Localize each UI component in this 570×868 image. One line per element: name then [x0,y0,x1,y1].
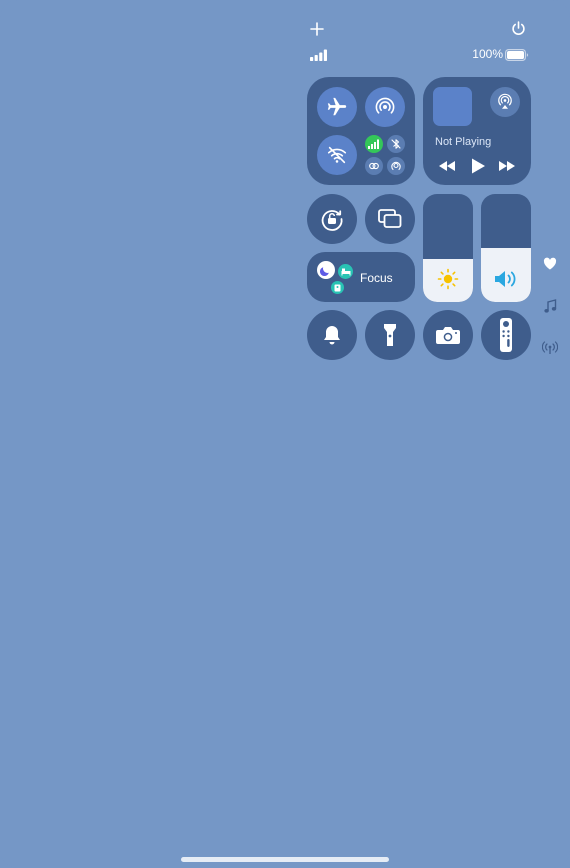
battery-percent: 100% [472,47,503,61]
moon-icon [320,267,329,276]
antenna-icon [542,341,558,354]
volume-slider[interactable] [481,194,531,302]
rewind-icon [439,161,455,171]
flashlight-icon [384,324,396,346]
cellular-button[interactable] [365,135,383,153]
play-button[interactable] [469,157,487,175]
focus-tile[interactable]: Focus [307,252,415,302]
cellular-icon [368,139,379,149]
airplane-icon [327,97,347,116]
camera-button[interactable] [423,310,473,360]
airplay-icon [498,93,512,109]
airplay-button[interactable] [490,87,520,117]
airdrop-button[interactable] [365,87,405,127]
connectivity-page-indicator[interactable] [542,341,558,355]
screen-mirroring-button[interactable] [365,194,415,244]
battery-icon [505,49,529,62]
silent-mode-button[interactable] [307,310,357,360]
fast-forward-icon [499,161,515,171]
signal-indicator [310,48,330,61]
battery-indicator [505,48,529,62]
vpn-button[interactable] [365,157,383,175]
rewind-button[interactable] [437,159,457,173]
apple-tv-remote-button[interactable] [481,310,531,360]
now-playing-tile[interactable]: Not Playing [423,77,531,185]
wifi-button[interactable] [317,135,357,175]
hotspot-button[interactable] [387,157,405,175]
work-focus [331,281,344,294]
speaker-icon [495,271,516,287]
remote-icon [500,318,512,352]
home-indicator[interactable] [181,857,389,862]
rotation-lock-button[interactable] [307,194,357,244]
control-center: 100% Not Playing Focus [0,0,570,868]
add-control-button[interactable] [309,21,325,37]
music-page-indicator[interactable] [542,299,558,314]
camera-icon [436,327,460,344]
rotation-lock-icon [321,210,343,231]
power-icon [512,21,525,35]
signal-icon [310,49,327,61]
sun-icon [437,268,459,290]
airdrop-icon [375,97,395,114]
connectivity-tile [307,77,415,185]
brightness-slider[interactable] [423,194,473,302]
vpn-icon [369,162,379,170]
airplane-mode-button[interactable] [317,87,357,127]
bed-focus [338,264,353,279]
sleep-focus [317,261,335,279]
id-badge-icon [334,284,341,291]
power-button[interactable] [510,20,527,37]
bed-icon [341,268,350,276]
bluetooth-button[interactable] [387,135,405,153]
fast-forward-button[interactable] [497,159,517,173]
play-icon [472,158,485,174]
screen-mirroring-icon [378,209,402,228]
plus-icon [310,22,324,36]
focus-label: Focus [360,271,393,285]
bluetooth-off-icon [391,139,401,149]
music-note-icon [544,299,557,313]
bell-icon [324,326,340,345]
wifi-off-icon [327,146,347,164]
favorites-page-indicator[interactable] [542,257,558,271]
album-artwork [433,87,472,126]
now-playing-label: Not Playing [435,136,492,148]
hotspot-icon [391,161,401,171]
flashlight-button[interactable] [365,310,415,360]
heart-icon [543,257,557,270]
